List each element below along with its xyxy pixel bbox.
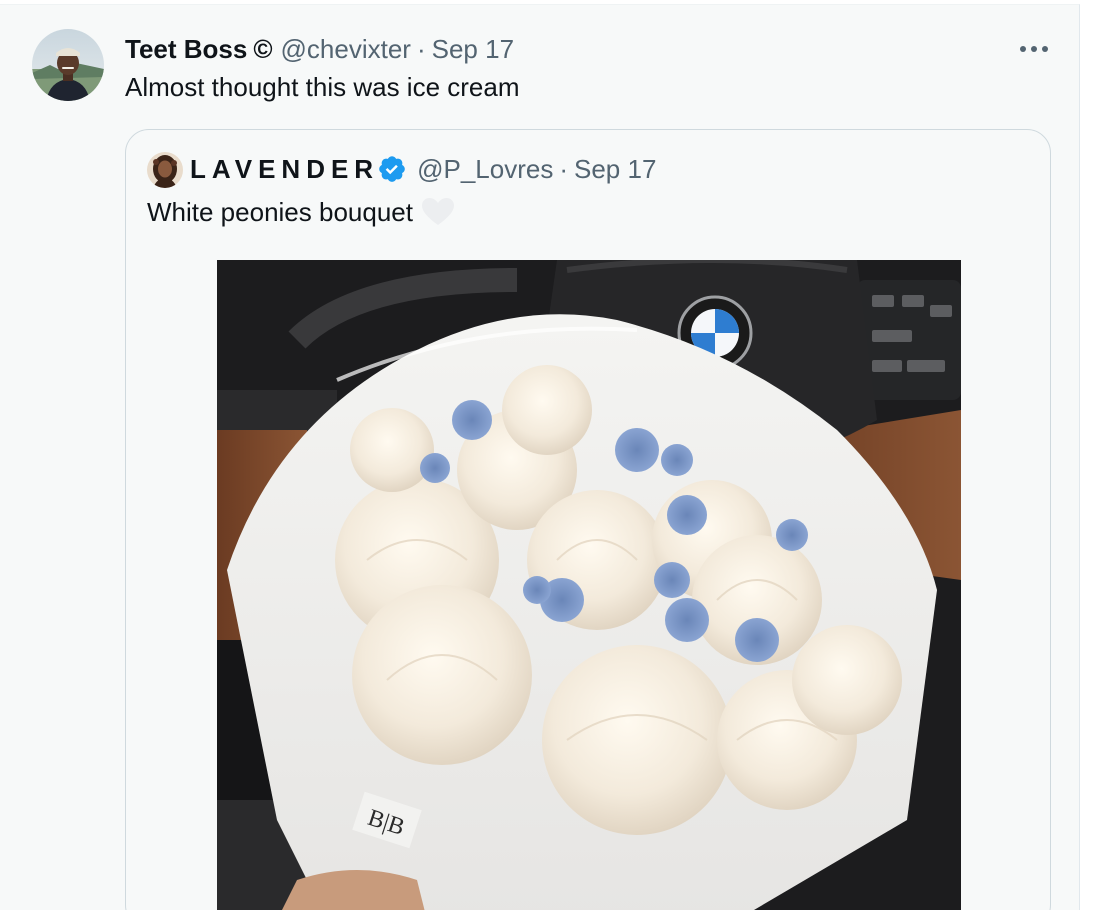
quoted-author-line: LAVENDER @P_Lovres · Sep 17 [190,150,656,188]
quoted-author-avatar-image [147,152,183,188]
page-gutter [1081,0,1096,910]
quoted-tweet-text: White peonies bouquet [147,197,413,227]
peony-bouquet-photo: B|B [217,260,961,910]
quoted-tweet-text-row: White peonies bouquet [147,194,455,230]
more-options-button[interactable] [1012,35,1056,63]
tweet[interactable]: Teet Boss © @chevixter · Sep 17 Almost t… [0,4,1080,910]
quoted-author-handle[interactable]: @P_Lovres [417,150,553,188]
author-display-name[interactable]: Teet Boss [125,31,247,67]
quoted-meta-separator: · [559,154,568,184]
tweet-date[interactable]: Sep 17 [432,31,514,67]
meta-separator: · [416,34,426,64]
tweet-author-line: Teet Boss © @chevixter · Sep 17 [125,31,514,67]
author-badge: © [253,34,273,64]
page: Teet Boss © @chevixter · Sep 17 Almost t… [0,0,1096,910]
quoted-author-display-name[interactable]: LAVENDER [190,150,379,188]
author-handle[interactable]: @chevixter [273,31,411,67]
quoted-tweet-date[interactable]: Sep 17 [574,150,656,188]
tweet-text: Almost thought this was ice cream [125,72,520,102]
quoted-tweet[interactable]: LAVENDER @P_Lovres · Sep 17 White peonie… [125,129,1051,910]
more-horizontal-icon [1020,46,1048,52]
author-avatar-image [32,29,104,101]
author-avatar[interactable] [32,29,104,101]
white-heart-icon [421,198,454,225]
quoted-author-avatar[interactable] [147,152,183,188]
quoted-tweet-media[interactable]: B|B [217,260,961,910]
verified-badge-icon [379,156,405,182]
